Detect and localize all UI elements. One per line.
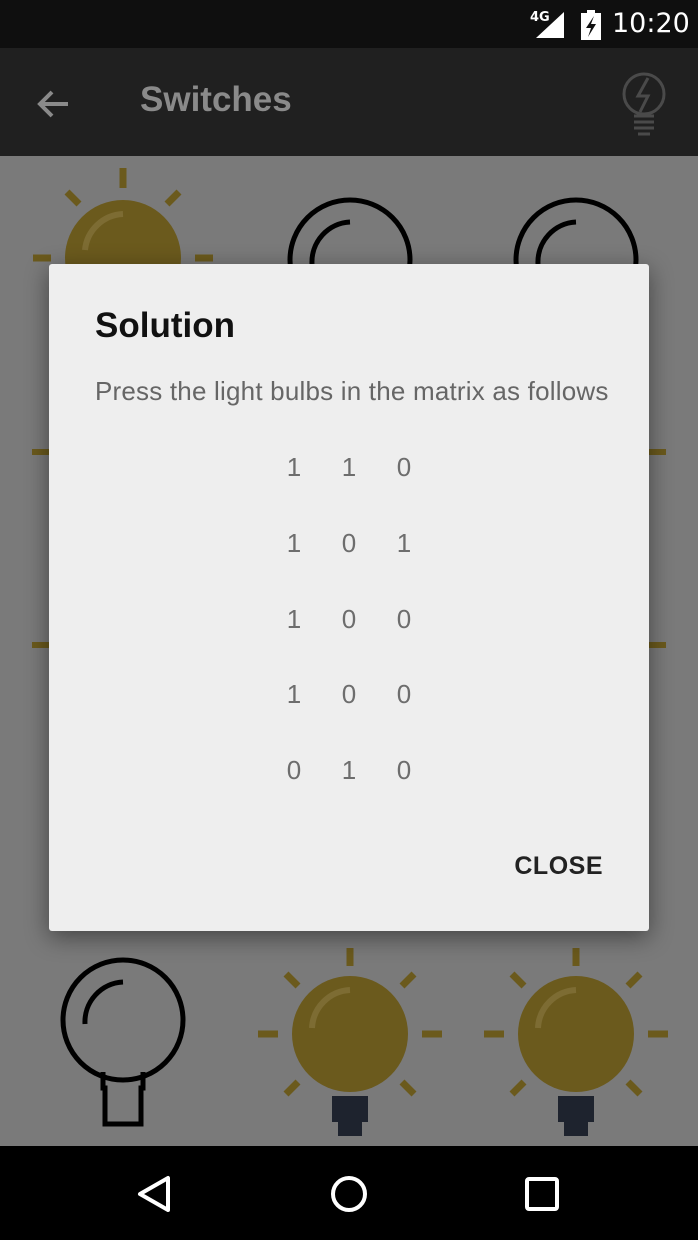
- clock: 10:20: [612, 8, 690, 39]
- arrow-back-icon[interactable]: [34, 84, 74, 124]
- matrix-cell: 0: [396, 604, 412, 634]
- matrix-cell: 0: [341, 604, 357, 634]
- matrix-cell: 1: [286, 528, 302, 558]
- bulb-ray: [32, 642, 50, 648]
- matrix-cell: 1: [396, 528, 412, 558]
- matrix-cell: 1: [286, 452, 302, 482]
- bulb-ray: [648, 449, 666, 455]
- back-triangle-icon[interactable]: [134, 1172, 178, 1216]
- solution-dialog: Solution Press the light bulbs in the ma…: [49, 264, 649, 931]
- battery-icon: [581, 10, 601, 40]
- matrix-cell: 0: [396, 452, 412, 482]
- bulb-ray: [32, 449, 50, 455]
- matrix-cell: 0: [396, 755, 412, 785]
- matrix-cell: 0: [286, 755, 302, 785]
- system-nav-bar: [0, 1146, 698, 1240]
- bulb-lit-icon[interactable]: [476, 948, 676, 1148]
- matrix-cell: 1: [286, 679, 302, 709]
- bulb-lit-icon[interactable]: [250, 948, 450, 1148]
- bulb-unlit-icon[interactable]: [23, 948, 223, 1148]
- lightbulb-hint-icon[interactable]: [618, 70, 670, 136]
- bulb-ray: [648, 642, 666, 648]
- close-button[interactable]: CLOSE: [514, 852, 603, 881]
- matrix-cell: 1: [286, 604, 302, 634]
- home-circle-icon[interactable]: [327, 1172, 371, 1216]
- matrix-cell: 1: [341, 755, 357, 785]
- app-toolbar: Switches: [0, 48, 698, 156]
- signal-icon: [536, 12, 564, 38]
- page-title: Switches: [140, 80, 292, 119]
- matrix-cell: 0: [341, 679, 357, 709]
- matrix-cell: 0: [341, 528, 357, 558]
- status-bar: 4G 10:20: [0, 0, 698, 48]
- dialog-message: Press the light bulbs in the matrix as f…: [95, 376, 609, 406]
- matrix-cell: 1: [341, 452, 357, 482]
- matrix-cell: 0: [396, 679, 412, 709]
- dialog-title: Solution: [95, 306, 235, 345]
- recents-square-icon[interactable]: [520, 1172, 564, 1216]
